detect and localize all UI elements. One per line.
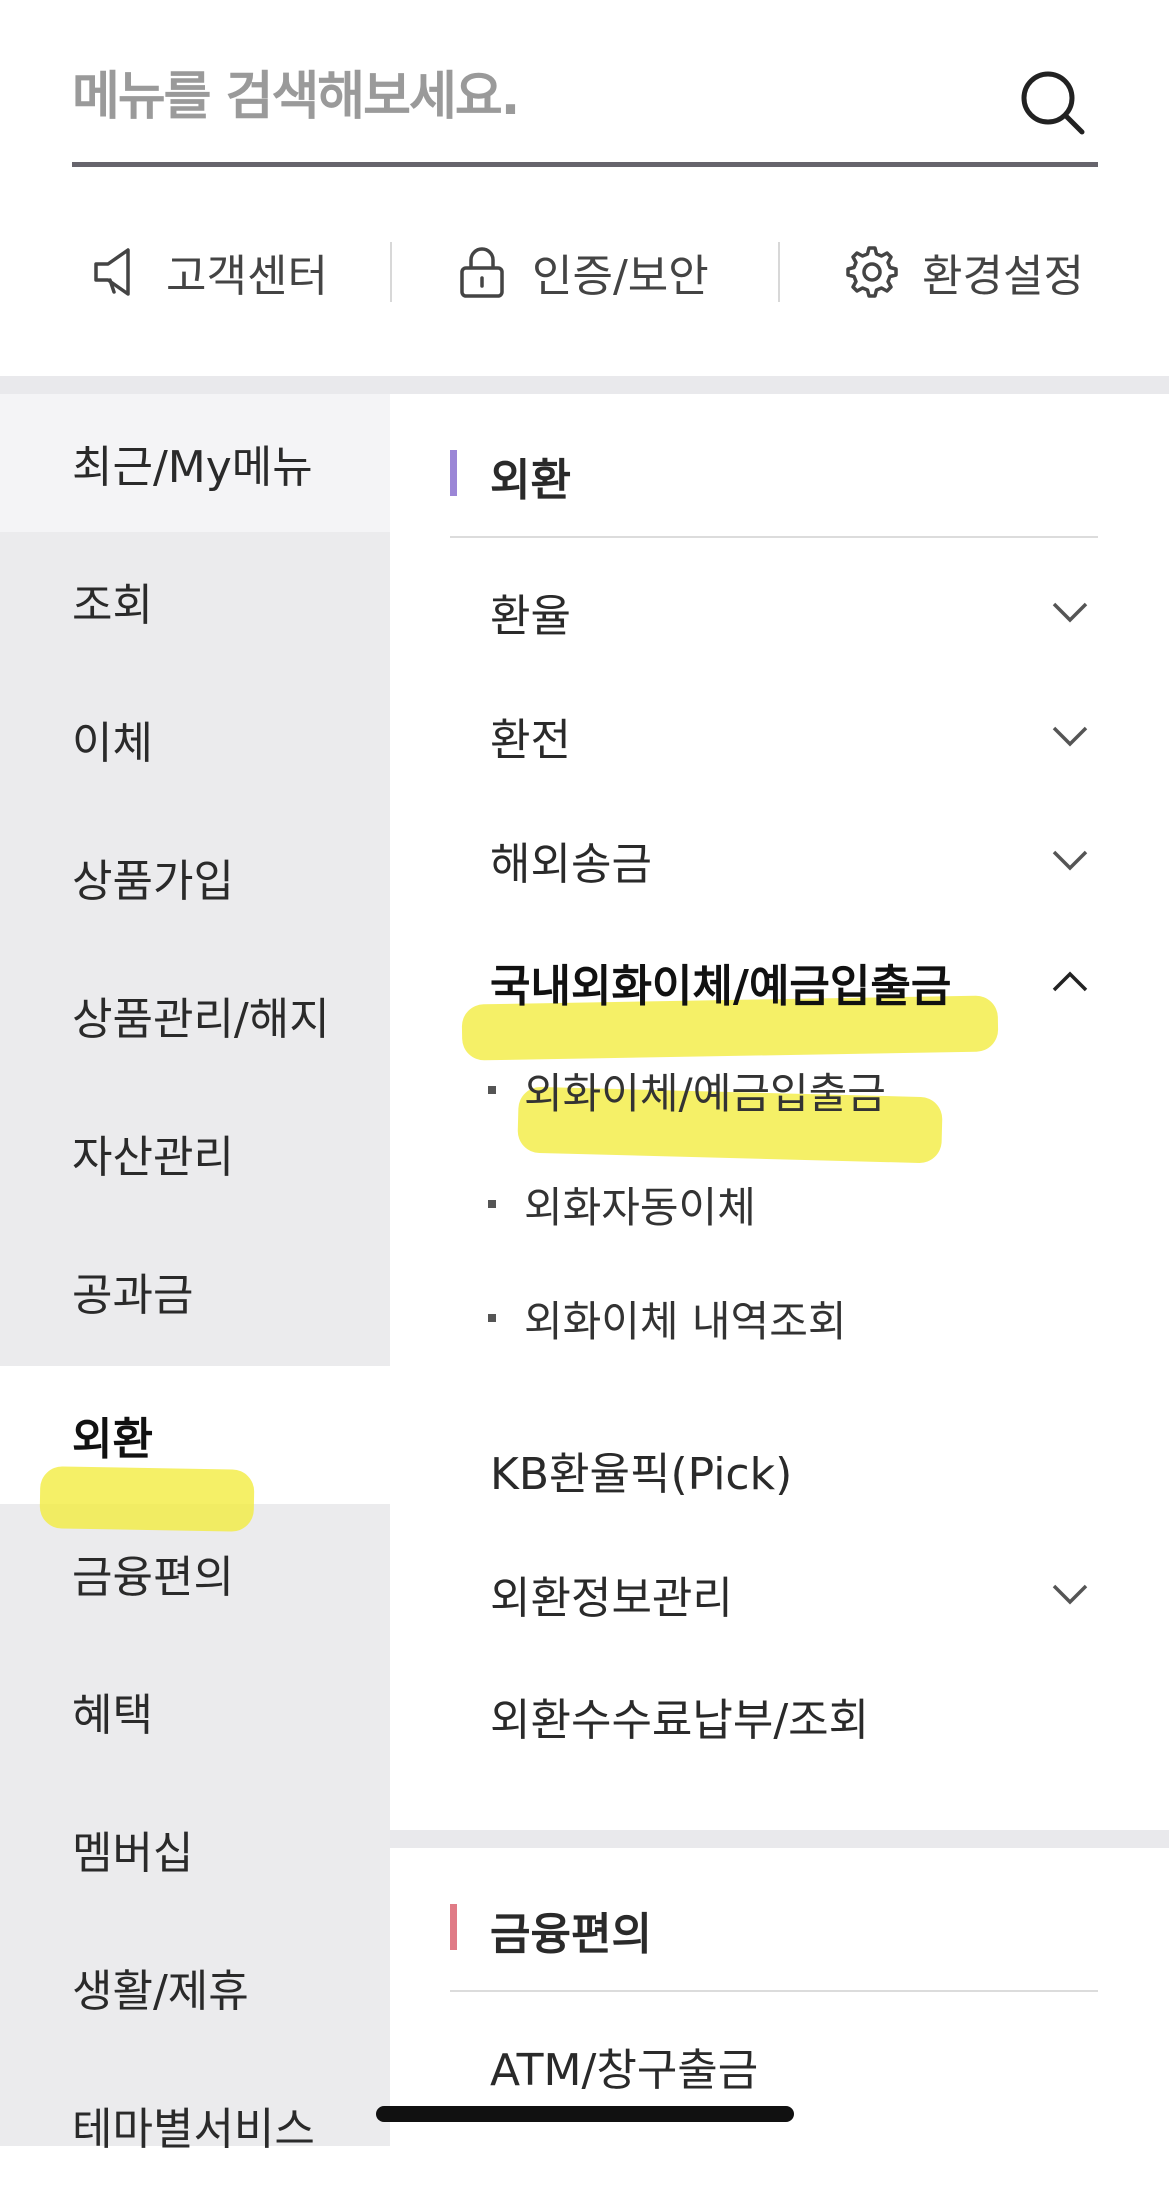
nav-item-product-management[interactable]: 상품관리/해지 <box>0 946 390 1084</box>
search-input[interactable] <box>72 62 972 132</box>
menu-item-label: 해외송금 <box>490 839 652 890</box>
nav-item-label: 조회 <box>72 580 153 631</box>
menu-item-overseas-remittance[interactable]: 해외송금 <box>490 810 1098 910</box>
quick-link-divider <box>778 242 780 302</box>
section-accent-bar <box>450 1904 457 1950</box>
menu-item-label: 외환정보관리 <box>490 1573 733 1624</box>
nav-item-label: 상품가입 <box>72 856 234 907</box>
menu-item-fx-fee-payment[interactable]: 외환수수료납부/조회 <box>490 1666 1098 1766</box>
section-divider <box>450 1990 1098 1992</box>
chevron-down-icon <box>1052 602 1088 623</box>
section-separator <box>390 1830 1169 1848</box>
auth-security-label: 인증/보안 <box>532 251 709 302</box>
category-nav: 최근/My메뉴 조회 이체 상품가입 상품관리/해지 자산관리 공과금 외환 금… <box>0 394 390 2155</box>
nav-item-label: 공과금 <box>72 1270 194 1321</box>
nav-item-label: 멤버십 <box>72 1828 194 1879</box>
menu-item-kb-rate-pick[interactable]: KB환율픽(Pick) <box>490 1420 1098 1520</box>
auth-security-link[interactable]: 인증/보안 <box>452 232 709 312</box>
nav-item-utility-bills[interactable]: 공과금 <box>0 1222 390 1360</box>
settings-label: 환경설정 <box>922 251 1084 302</box>
nav-item-label: 자산관리 <box>72 1132 234 1183</box>
quick-link-divider <box>390 242 392 302</box>
submenu-item-fx-auto-transfer[interactable]: 외화자동이체 <box>488 1164 1088 1244</box>
nav-item-transfer[interactable]: 이체 <box>0 670 390 808</box>
nav-item-theme-services[interactable]: 테마별서비스 <box>0 2056 390 2194</box>
nav-item-label: 혜택 <box>72 1690 153 1741</box>
submenu-item-fx-transfer-history[interactable]: 외화이체 내역조회 <box>488 1278 1088 1358</box>
menu-item-label: 외환수수료납부/조회 <box>490 1695 870 1746</box>
search-bar <box>72 48 1098 167</box>
menu-item-currency-exchange[interactable]: 환전 <box>490 686 1098 786</box>
chevron-down-icon <box>1052 850 1088 871</box>
highlighter-mark <box>39 1466 255 1532</box>
gear-icon <box>846 246 898 298</box>
section-separator <box>0 376 1169 394</box>
bullet <box>488 1200 496 1208</box>
section-header-financial-convenience: 금융편의 <box>450 1890 1098 1964</box>
nav-item-recent-my-menu[interactable]: 최근/My메뉴 <box>0 394 390 532</box>
section-title: 외환 <box>490 455 571 506</box>
megaphone-icon <box>94 248 130 296</box>
settings-link[interactable]: 환경설정 <box>842 232 1084 312</box>
lock-icon <box>460 247 504 298</box>
menu-item-fx-info-management[interactable]: 외환정보관리 <box>490 1544 1098 1644</box>
menu-item-label: 국내외화이체/예금입출금 <box>490 961 952 1012</box>
submenu-item-label: 외화이체 내역조회 <box>524 1296 847 1346</box>
section-divider <box>450 536 1098 538</box>
menu-item-label: ATM/창구출금 <box>490 2045 759 2096</box>
nav-item-label: 이체 <box>72 718 153 769</box>
chevron-down-icon <box>1052 1584 1088 1605</box>
menu-item-exchange-rate[interactable]: 환율 <box>490 562 1098 662</box>
menu-item-label: 환율 <box>490 591 571 642</box>
chevron-down-icon <box>1052 726 1088 747</box>
bullet <box>488 1314 496 1322</box>
quick-links: 고객센터 인증/보안 환경설정 <box>0 232 1169 312</box>
menu-item-label: KB환율픽(Pick) <box>490 1449 793 1500</box>
menu-item-domestic-fx-transfer[interactable]: 국내외화이체/예금입출금 <box>490 932 1098 1032</box>
nav-item-label: 상품관리/해지 <box>72 994 330 1045</box>
submenu-item-label: 외화이체/예금입출금 <box>524 1068 886 1118</box>
chevron-up-icon <box>1052 971 1088 992</box>
menu-item-label: 환전 <box>490 715 571 766</box>
nav-item-product-signup[interactable]: 상품가입 <box>0 808 390 946</box>
nav-item-label: 외환 <box>72 1414 153 1465</box>
nav-item-label: 최근/My메뉴 <box>72 442 313 493</box>
customer-center-label: 고객센터 <box>166 251 328 302</box>
search-icon[interactable] <box>1018 68 1088 138</box>
nav-item-inquiry[interactable]: 조회 <box>0 532 390 670</box>
submenu-item-label: 외화자동이체 <box>524 1182 756 1232</box>
section-title: 금융편의 <box>490 1909 652 1960</box>
nav-item-label: 생활/제휴 <box>72 1966 249 2017</box>
nav-item-label: 테마별서비스 <box>72 2104 315 2155</box>
home-indicator <box>376 2106 794 2122</box>
bullet <box>488 1086 496 1094</box>
nav-item-asset-management[interactable]: 자산관리 <box>0 1084 390 1222</box>
nav-item-membership[interactable]: 멤버십 <box>0 1780 390 1918</box>
nav-item-benefits[interactable]: 혜택 <box>0 1642 390 1780</box>
section-header-foreign-exchange: 외환 <box>450 436 1098 510</box>
submenu-item-fx-transfer-deposit[interactable]: 외화이체/예금입출금 <box>488 1050 1088 1130</box>
nav-item-label: 금융편의 <box>72 1552 234 1603</box>
section-accent-bar <box>450 450 457 496</box>
nav-item-lifestyle-partnership[interactable]: 생활/제휴 <box>0 1918 390 2056</box>
menu-item-atm-withdrawal[interactable]: ATM/창구출금 <box>490 2016 1098 2116</box>
customer-center-link[interactable]: 고객센터 <box>86 232 328 312</box>
